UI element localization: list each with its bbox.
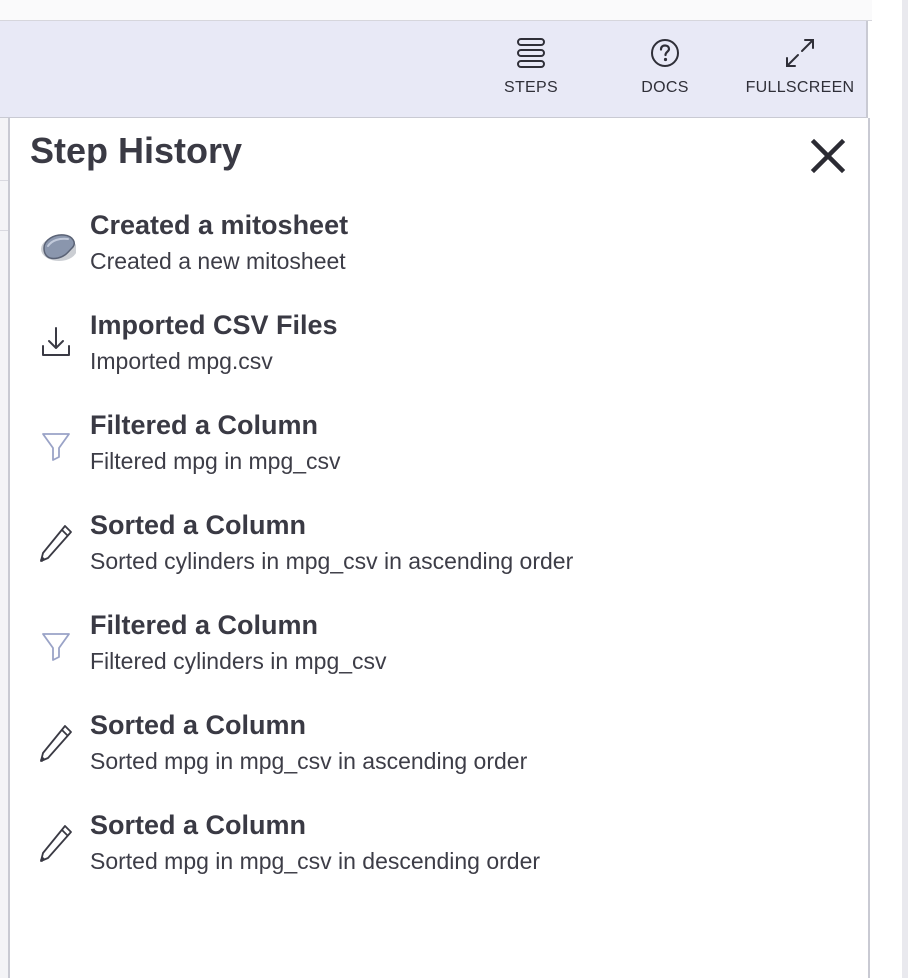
top-strip: [0, 0, 872, 21]
step-title: Imported CSV Files: [90, 310, 338, 340]
step-title: Filtered a Column: [90, 410, 319, 440]
step-title: Sorted a Column: [90, 810, 307, 840]
step-title: Sorted a Column: [90, 710, 307, 740]
steps-label: STEPS: [504, 79, 558, 96]
step-history-panel: Step History Created a mitosheet Created…: [8, 118, 870, 978]
panel-title: Step History: [30, 130, 243, 171]
step-description: Filtered mpg in mpg_csv: [90, 448, 341, 474]
step-description: Filtered cylinders in mpg_csv: [90, 648, 387, 674]
close-icon: [810, 138, 846, 174]
step-description: Sorted cylinders in mpg_csv in ascending…: [90, 548, 574, 574]
step-item[interactable]: Filtered a Column Filtered mpg in mpg_cs…: [30, 410, 850, 490]
fullscreen-label: FULLSCREEN: [745, 79, 855, 96]
steps-icon: [517, 38, 545, 68]
step-item[interactable]: Sorted a Column Sorted mpg in mpg_csv in…: [30, 810, 850, 890]
steps-button[interactable]: STEPS: [496, 21, 566, 117]
import-icon: [42, 327, 70, 356]
fullscreen-button[interactable]: FULLSCREEN: [742, 21, 858, 117]
step-title: Sorted a Column: [90, 510, 307, 540]
help-icon: [651, 39, 679, 67]
step-description: Sorted mpg in mpg_csv in ascending order: [90, 748, 528, 774]
step-description: Imported mpg.csv: [90, 348, 273, 374]
step-item[interactable]: Sorted a Column Sorted cylinders in mpg_…: [30, 510, 850, 590]
filter-icon: [42, 433, 70, 461]
step-title: Created a mitosheet: [90, 210, 349, 240]
docs-button[interactable]: DOCS: [630, 21, 700, 117]
pencil-icon: [39, 825, 72, 863]
sheet-gutter: [0, 118, 8, 978]
step-item[interactable]: Created a mitosheet Created a new mitosh…: [30, 210, 850, 290]
pencil-icon: [39, 725, 72, 763]
step-item[interactable]: Filtered a Column Filtered cylinders in …: [30, 610, 850, 690]
step-item[interactable]: Imported CSV Files Imported mpg.csv: [30, 310, 850, 390]
pencil-icon: [39, 525, 72, 563]
step-title: Filtered a Column: [90, 610, 319, 640]
docs-label: DOCS: [641, 79, 689, 96]
filter-icon: [42, 633, 70, 661]
step-item[interactable]: Sorted a Column Sorted mpg in mpg_csv in…: [30, 710, 850, 790]
window-edge: [902, 0, 908, 978]
step-description: Sorted mpg in mpg_csv in descending orde…: [90, 848, 541, 874]
expand-icon: [786, 39, 814, 67]
step-description: Created a new mitosheet: [90, 248, 346, 274]
mito-logo-icon: [41, 234, 76, 261]
toolbar: STEPS DOCS FULLSCREEN: [0, 21, 868, 118]
close-button[interactable]: [808, 136, 848, 176]
